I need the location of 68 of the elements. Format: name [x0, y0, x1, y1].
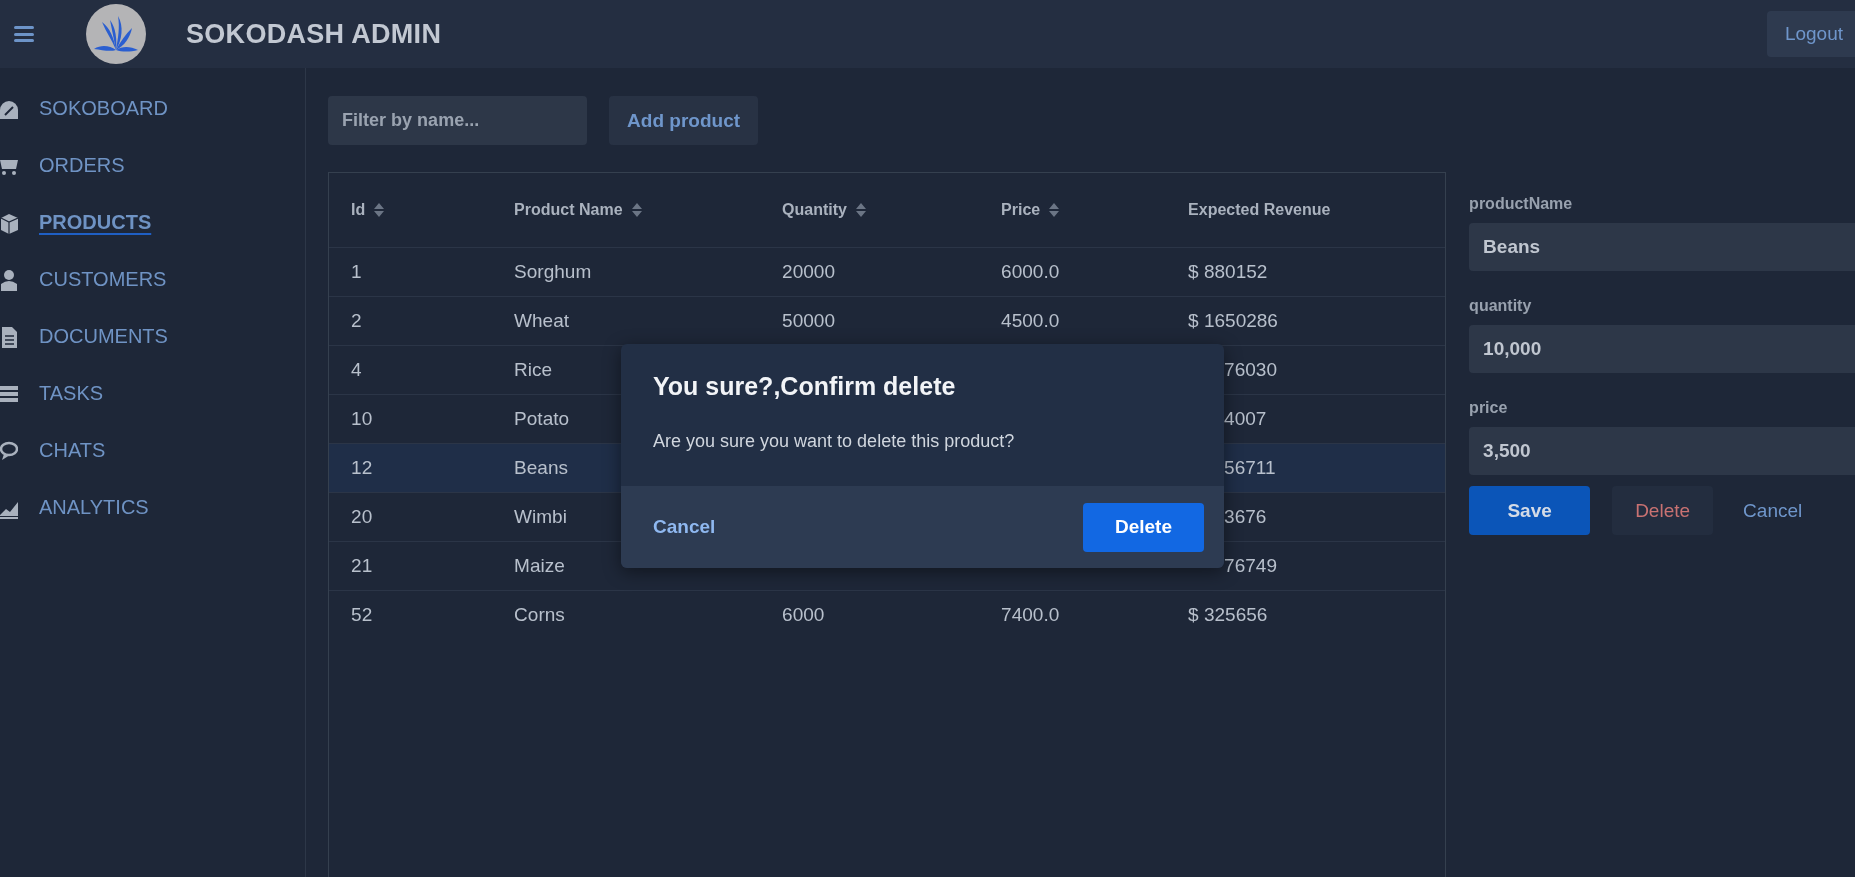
sidebar-item[interactable]: CUSTOMERS [39, 268, 167, 291]
field-label: quantity [1469, 297, 1533, 315]
dialog-title: You sure?,Confirm delete [652, 371, 957, 401]
dialog-message: Are you sure you want to delete this product? [652, 430, 1016, 453]
table-cell: Rice [514, 359, 553, 380]
input-field[interactable]: 10,000 [1469, 325, 1855, 373]
table-cell: 76030 [1224, 359, 1277, 380]
sidebar-item[interactable]: DOCUMENTS [39, 325, 168, 348]
cancel-button[interactable]: Cancel [653, 516, 716, 538]
input-field[interactable]: Beans [1469, 223, 1855, 271]
table-cell: 52 [351, 604, 373, 625]
add-product-button[interactable]: Add product [609, 96, 759, 145]
delete-button[interactable]: Delete [1612, 486, 1714, 535]
table-cell: Wheat [514, 310, 570, 331]
table-cell: 4500.0 [1001, 310, 1060, 331]
table-cell: $ 325656 [1188, 604, 1268, 625]
table-cell: 4 [351, 359, 362, 380]
logout-button[interactable]: Logout [1766, 11, 1855, 57]
sidebar-item[interactable]: TASKS [39, 382, 104, 405]
logo-icon [86, 4, 146, 64]
table-cell: 20 [351, 506, 373, 527]
input-field[interactable]: 3,500 [1469, 427, 1855, 475]
chat-icon [0, 439, 18, 462]
save-button[interactable]: Save [1469, 486, 1591, 535]
table-cell: 1 [351, 261, 362, 282]
person-icon [0, 268, 18, 291]
sidebar-item[interactable]: ORDERS [39, 154, 125, 177]
column-header[interactable]: Price [1001, 201, 1041, 219]
menu-button[interactable] [14, 26, 34, 42]
table-cell: 76749 [1224, 555, 1277, 576]
table-cell: 56711 [1224, 457, 1276, 478]
table-cell: 6000 [782, 604, 825, 625]
table-cell: Sorghum [514, 261, 592, 282]
document-icon [0, 325, 18, 348]
filter-field[interactable]: Filter by name... [328, 96, 588, 145]
table-cell: 6000.0 [1001, 261, 1060, 282]
table-cell: 3676 [1224, 506, 1267, 527]
table-cell: 7400.0 [1001, 604, 1060, 625]
column-header[interactable]: Id [351, 201, 366, 219]
app-title: SOKODASH ADMIN [186, 18, 442, 50]
table-cell: 20000 [782, 261, 835, 282]
table-cell: 12 [351, 457, 373, 478]
table-cell: Corns [514, 604, 565, 625]
sidebar-item[interactable]: CHATS [39, 439, 106, 462]
field-label: price [1469, 399, 1509, 417]
cancel-button[interactable]: Cancel [1743, 499, 1803, 522]
table-cell: 10 [351, 408, 373, 429]
column-header[interactable]: Expected Revenue [1188, 201, 1331, 219]
table-cell: Maize [514, 555, 565, 576]
sidebar-item[interactable]: ANALYTICS [39, 496, 149, 519]
table-cell: $ 880152 [1188, 261, 1268, 282]
table-cell: Beans [514, 457, 568, 478]
table-cell: 21 [351, 555, 373, 576]
delete-button[interactable]: Delete [1083, 502, 1204, 552]
field-label: productName [1469, 195, 1574, 213]
table-row[interactable]: 52 Corns 6000 7400.0 $ 325656 [329, 590, 1446, 639]
table-row[interactable]: 1 Sorghum 20000 6000.0 $ 880152 [329, 247, 1446, 296]
column-header[interactable]: Product Name [514, 201, 623, 219]
table-cell: 2 [351, 310, 362, 331]
table-cell: Potato [514, 408, 570, 429]
sidebar-item[interactable]: PRODUCTS [39, 211, 152, 234]
column-header[interactable]: Quantity [782, 201, 847, 219]
sidebar-item[interactable]: SOKOBOARD [39, 97, 168, 120]
table-cell: 4007 [1224, 408, 1267, 429]
box-icon [0, 211, 18, 234]
table-cell: 50000 [782, 310, 835, 331]
table-cell: Wimbi [514, 506, 567, 527]
table-cell: $ 1650286 [1188, 310, 1278, 331]
